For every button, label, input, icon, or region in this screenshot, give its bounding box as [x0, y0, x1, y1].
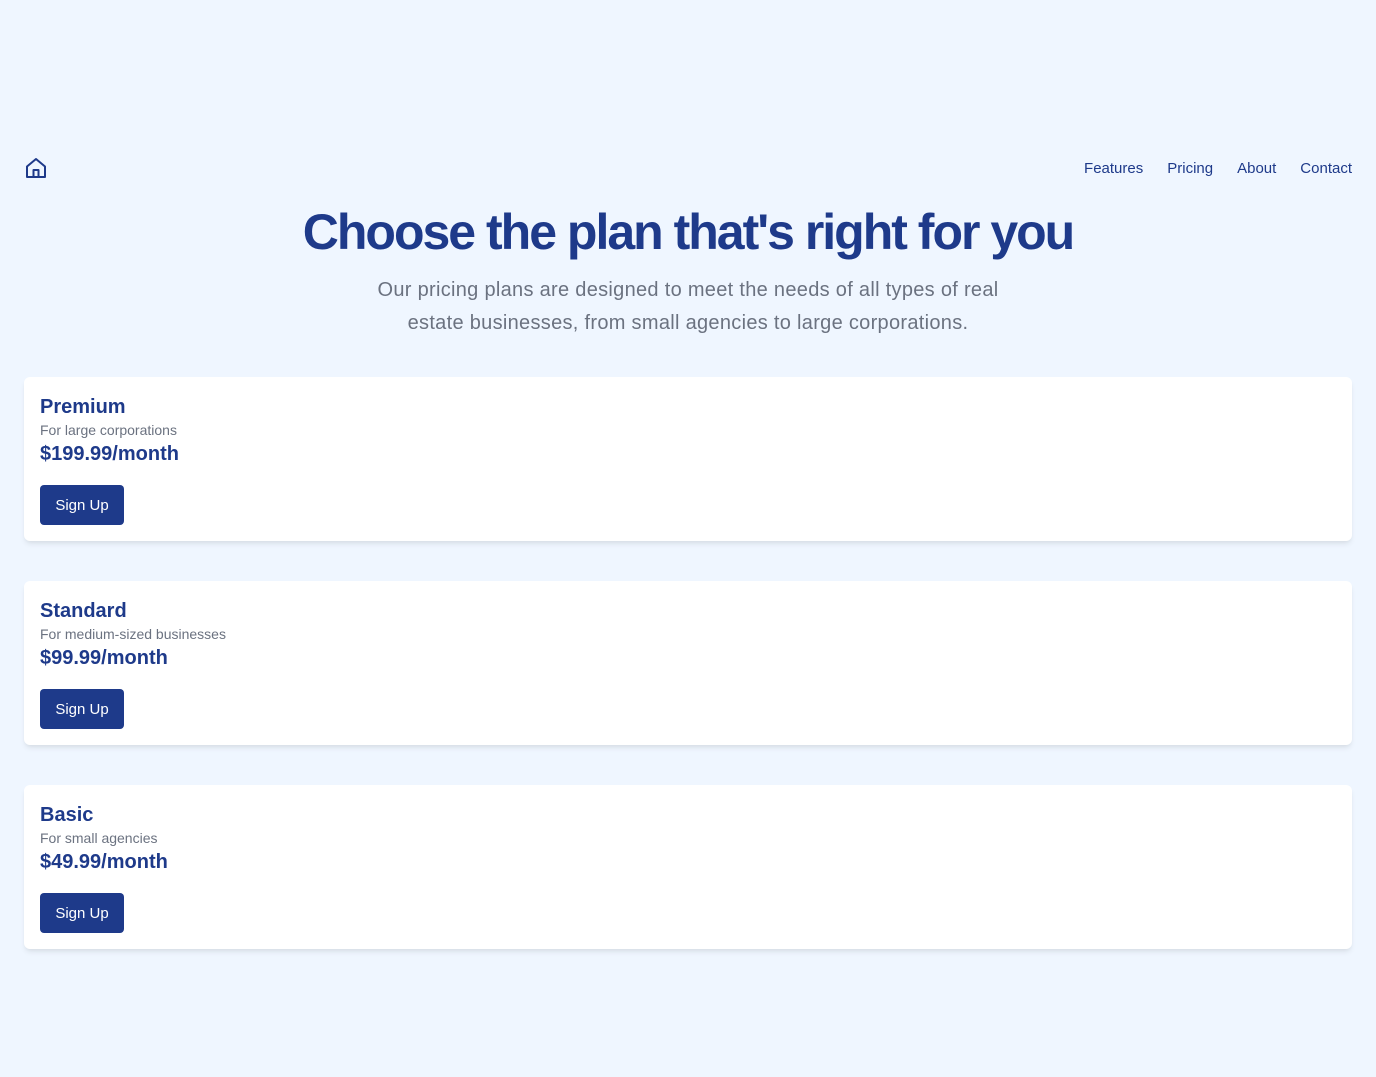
plan-card-basic: Basic For small agencies $49.99/month Si… [24, 785, 1352, 949]
plan-name: Standard [40, 600, 127, 622]
page-title: Choose the plan that's right for you [302, 204, 1075, 260]
plan-price: $199.99/month [40, 443, 179, 465]
home-logo-link[interactable] [24, 156, 48, 180]
plan-price: $99.99/month [40, 647, 168, 669]
plan-description: For small agencies [40, 830, 158, 846]
page: Features Pricing About Contact Choose th… [0, 0, 1376, 1077]
sign-up-button-standard[interactable]: Sign Up [40, 689, 124, 729]
sign-up-button-basic[interactable]: Sign Up [40, 893, 124, 933]
plan-price: $49.99/month [40, 851, 168, 873]
page-subtitle: Our pricing plans are designed to meet t… [377, 279, 999, 334]
home-icon [26, 158, 46, 178]
nav-link-features[interactable]: Features [1084, 160, 1143, 177]
plan-description: For medium-sized businesses [40, 626, 226, 642]
nav-link-pricing[interactable]: Pricing [1167, 160, 1213, 177]
nav-link-contact[interactable]: Contact [1300, 160, 1352, 177]
hero-section: Choose the plan that's right for you Our… [0, 202, 1376, 340]
nav-link-about[interactable]: About [1237, 160, 1276, 177]
plan-description: For large corporations [40, 422, 177, 438]
plan-card-standard: Standard For medium-sized businesses $99… [24, 581, 1352, 745]
plan-name: Basic [40, 804, 94, 826]
nav-links: Features Pricing About Contact [1084, 160, 1352, 177]
sign-up-button-premium[interactable]: Sign Up [40, 485, 124, 525]
plans-list: Premium For large corporations $199.99/m… [24, 377, 1352, 949]
plan-name: Premium [40, 396, 126, 418]
navbar: Features Pricing About Contact [24, 152, 1352, 184]
plan-card-premium: Premium For large corporations $199.99/m… [24, 377, 1352, 541]
